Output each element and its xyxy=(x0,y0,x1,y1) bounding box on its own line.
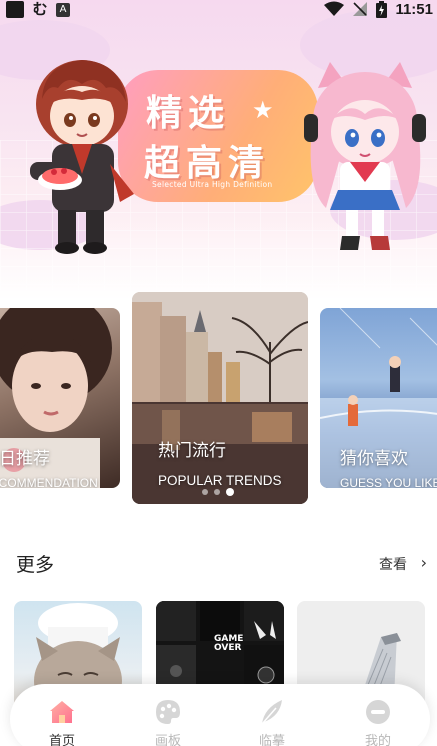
nav-item-palette[interactable]: 画板 xyxy=(138,698,198,746)
chibi-girl-illustration xyxy=(304,62,426,250)
home-icon xyxy=(50,701,74,723)
app-screen: 精选 ★ 超高清 Selected Ultra High Definition xyxy=(0,0,437,746)
card-subtitle: POPULAR TRENDS xyxy=(158,473,282,488)
card-title: 猜你喜欢 xyxy=(340,449,408,469)
view-all-link[interactable]: 查看 xyxy=(379,554,407,574)
card-subtitle: GUESS YOU LIKE xyxy=(340,476,437,488)
a-badge-icon: A xyxy=(56,2,70,17)
category-carousel[interactable]: 今日推荐 RECOMMENDATION 热门流行 POPULAR TRENDS xyxy=(0,292,437,510)
section-title-more: 更多 xyxy=(16,554,55,576)
carousel-indicator xyxy=(202,488,234,496)
hero-title-line1: 精选 xyxy=(146,93,231,134)
feather-icon xyxy=(261,700,282,725)
hero-subtitle: Selected Ultra High Definition xyxy=(152,180,273,189)
carousel-dot[interactable] xyxy=(214,489,220,495)
nav-item-profile[interactable]: 我的 xyxy=(348,698,408,746)
hero-banner[interactable]: 精选 ★ 超高清 Selected Ultra High Definition xyxy=(0,0,437,300)
nav-label: 首页 xyxy=(48,734,75,746)
nav-label: 临摹 xyxy=(258,734,285,746)
battery-charging-icon xyxy=(376,0,388,18)
card-subtitle: RECOMMENDATION xyxy=(0,476,98,488)
notification-glyph-icon: む xyxy=(32,0,48,18)
star-icon: ★ xyxy=(252,96,274,124)
nav-label: 我的 xyxy=(364,734,391,746)
carousel-card-popular-trends[interactable]: 热门流行 POPULAR TRENDS xyxy=(132,292,308,504)
palette-icon xyxy=(156,700,180,724)
carousel-card-guess-you-like[interactable]: 猜你喜欢 GUESS YOU LIKE xyxy=(320,308,437,488)
chibi-boy-illustration xyxy=(30,60,134,254)
carousel-dot[interactable] xyxy=(202,489,208,495)
nav-item-copy[interactable]: 临摹 xyxy=(242,698,302,746)
profile-icon xyxy=(366,700,390,724)
no-signal-icon xyxy=(353,2,368,16)
hero-title-line2: 超高清 xyxy=(144,143,271,184)
nav-item-home[interactable]: 首页 xyxy=(32,698,92,746)
chevron-right-icon[interactable]: › xyxy=(421,553,427,572)
clock-time: 11:51 xyxy=(395,0,433,18)
card-title: 热门流行 xyxy=(158,441,226,461)
card-title: 今日推荐 xyxy=(0,449,50,469)
status-bar: む A 11:51 xyxy=(0,0,437,20)
carousel-card-recommendation[interactable]: 今日推荐 RECOMMENDATION xyxy=(0,308,120,488)
game-over-text: GAME OVER xyxy=(214,634,244,653)
app-icon xyxy=(6,1,24,18)
nav-label: 画板 xyxy=(154,734,181,746)
wifi-icon xyxy=(324,1,345,16)
bottom-navigation: 首页 画板 临摹 我的 xyxy=(10,684,430,746)
carousel-dot-active[interactable] xyxy=(226,488,234,496)
